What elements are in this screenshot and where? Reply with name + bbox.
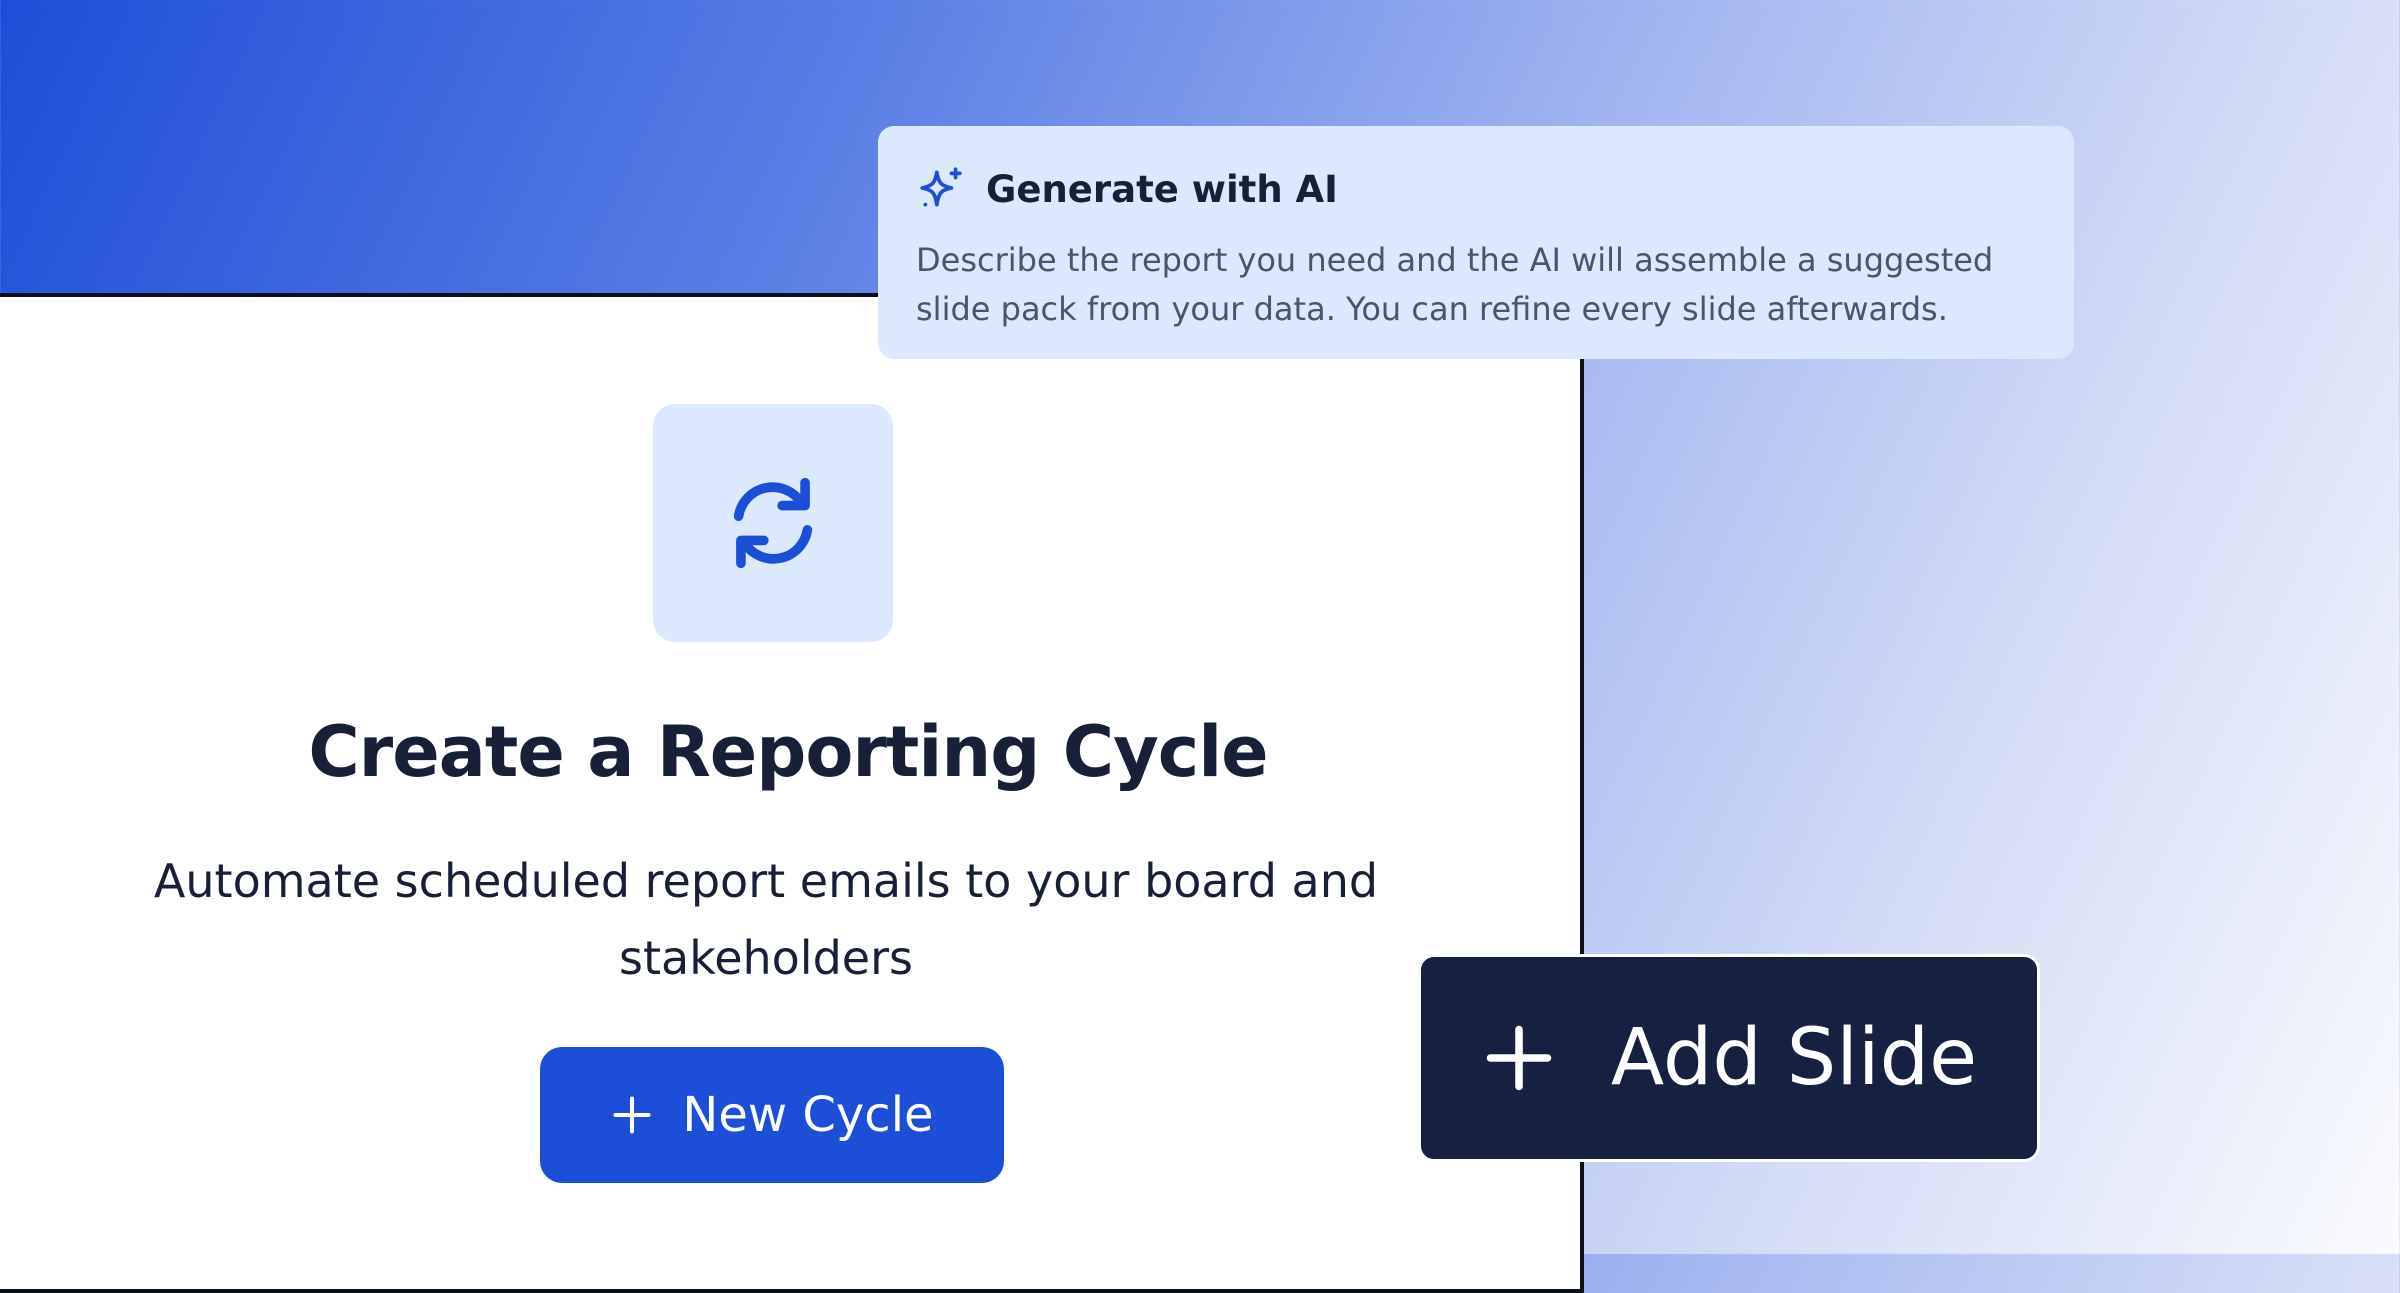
plus-icon [1486, 1025, 1552, 1091]
refresh-icon [733, 477, 813, 569]
ai-tooltip-description: Describe the report you need and the AI … [916, 241, 1994, 328]
empty-state-description: Automate scheduled report emails to your… [153, 854, 1379, 985]
plus-icon [613, 1096, 651, 1134]
ai-tooltip-header: Generate with AI [916, 164, 2038, 214]
cycle-icon-tile [653, 404, 893, 642]
add-slide-label: Add Slide [1610, 1013, 1978, 1103]
ai-tooltip-title: Generate with AI [986, 167, 1338, 211]
new-cycle-button[interactable]: New Cycle [540, 1047, 1004, 1183]
add-slide-button[interactable]: Add Slide [1418, 954, 2040, 1162]
empty-state-card: Create a Reporting Cycle Automate schedu… [0, 293, 1584, 1293]
sparkles-icon [920, 167, 962, 207]
new-cycle-label: New Cycle [682, 1087, 934, 1143]
ai-generate-tooltip: Generate with AI Describe the report you… [878, 126, 2074, 359]
empty-state-title: Create a Reporting Cycle [308, 711, 1268, 793]
